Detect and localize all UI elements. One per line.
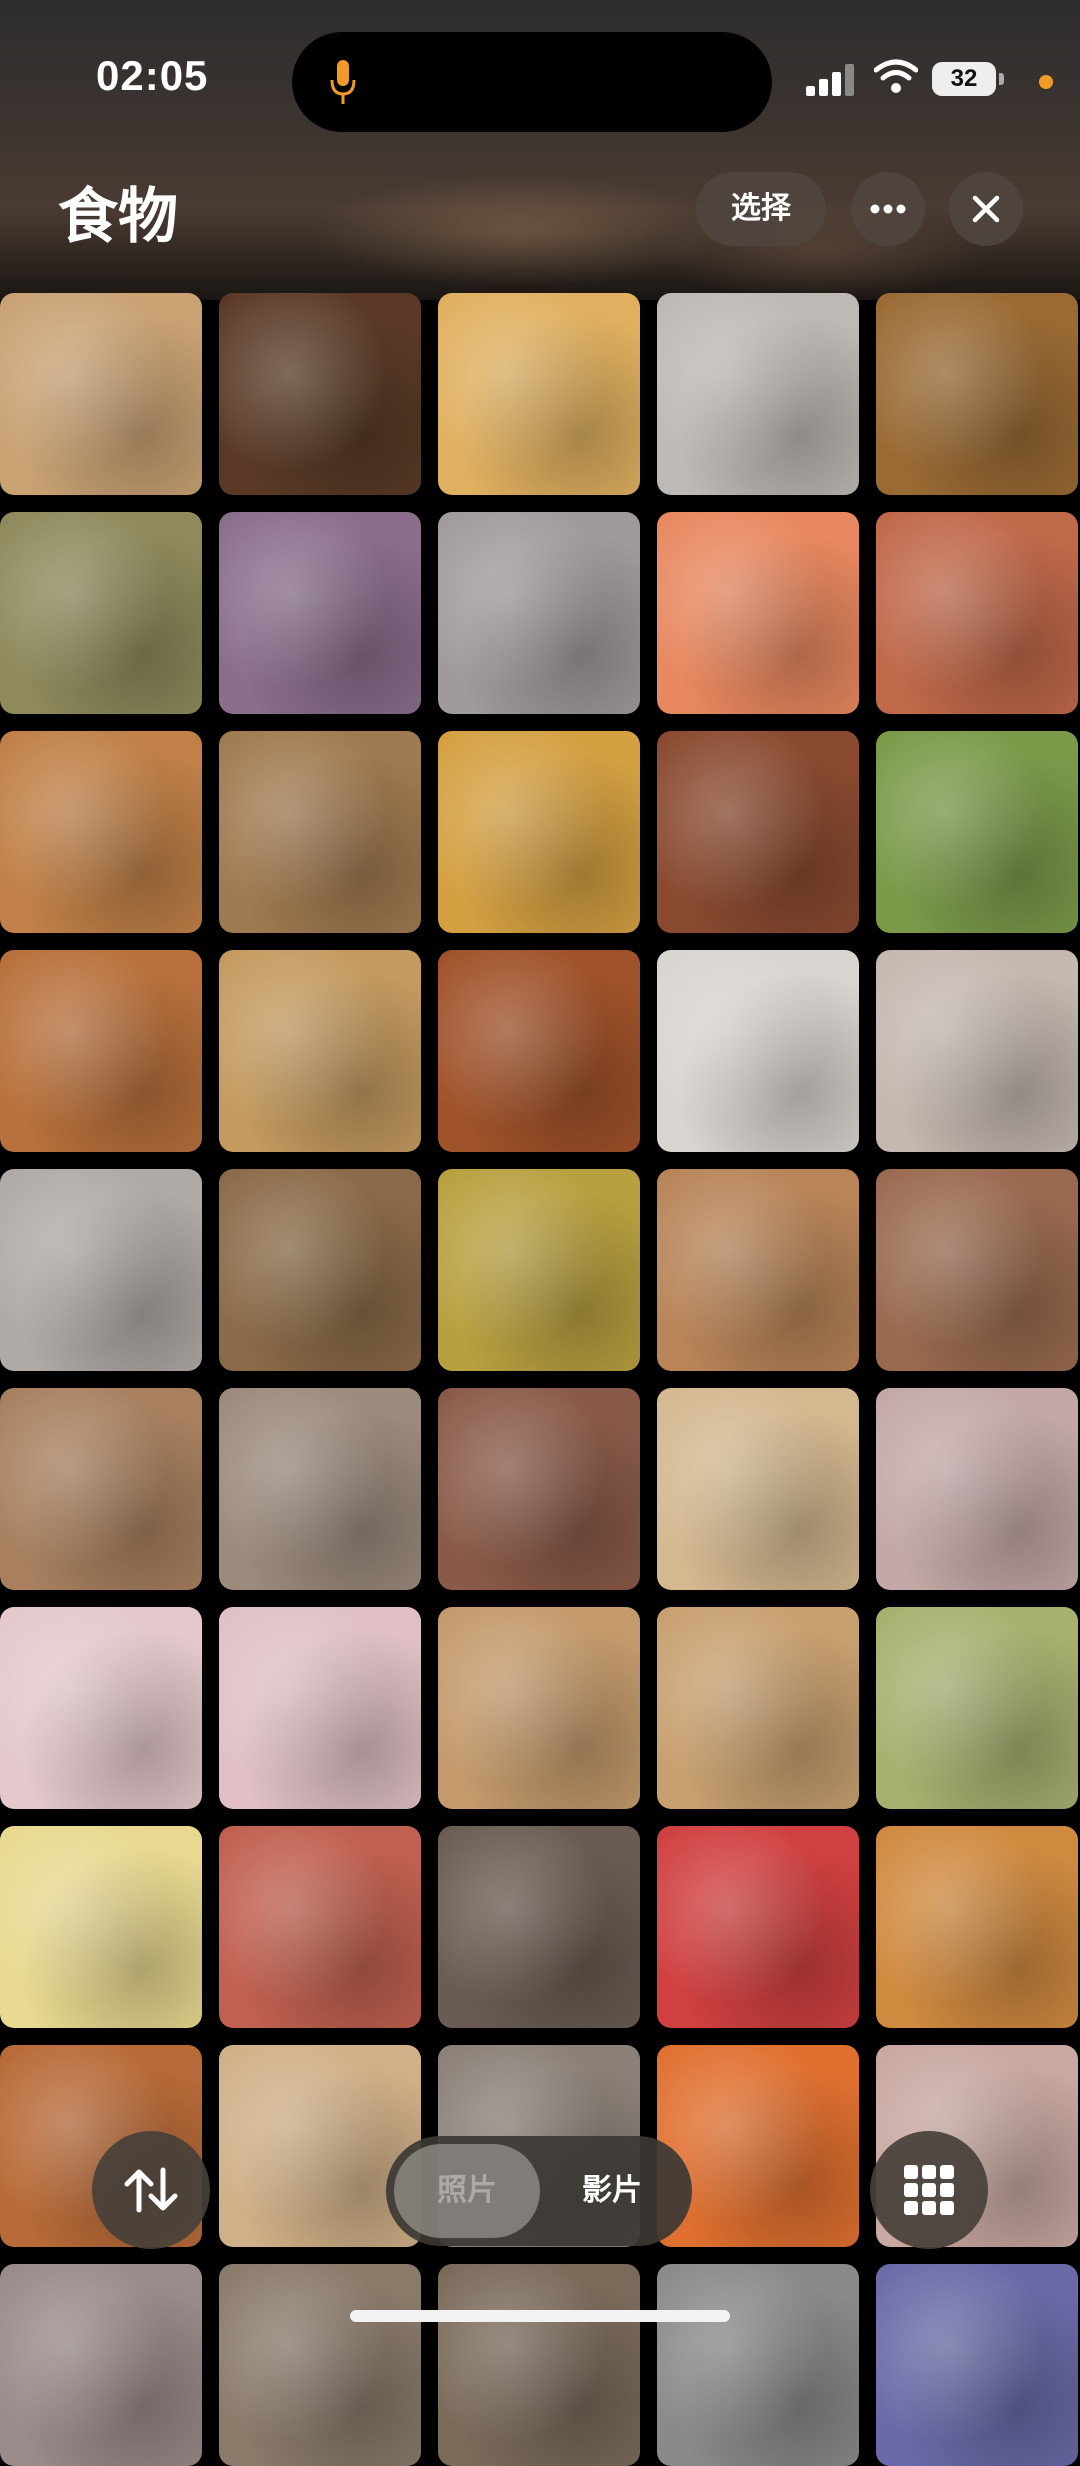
status-time: 02:05 xyxy=(96,52,209,99)
photo-thumbnail[interactable] xyxy=(219,1388,421,1590)
cellular-signal-icon xyxy=(806,64,854,96)
photo-thumbnail[interactable] xyxy=(657,1169,859,1371)
segment-photos[interactable]: 照片 xyxy=(394,2144,540,2238)
photo-thumbnail[interactable] xyxy=(219,950,421,1152)
photo-thumbnail[interactable] xyxy=(219,512,421,714)
photo-thumbnail[interactable] xyxy=(219,2264,421,2466)
status-bar: 02:05 32 xyxy=(0,0,1080,150)
photo-thumbnail[interactable] xyxy=(657,731,859,933)
photo-thumbnail[interactable] xyxy=(0,731,202,933)
photo-thumbnail[interactable] xyxy=(438,293,640,495)
battery-icon: 32 xyxy=(932,62,1004,96)
photo-thumbnail[interactable] xyxy=(219,293,421,495)
photo-thumbnail[interactable] xyxy=(876,1826,1078,2028)
ellipsis-icon xyxy=(870,204,906,214)
photo-thumbnail[interactable] xyxy=(657,1607,859,1809)
photo-thumbnail[interactable] xyxy=(0,1169,202,1371)
photo-thumbnail[interactable] xyxy=(0,293,202,495)
photo-thumbnail[interactable] xyxy=(657,293,859,495)
close-button[interactable] xyxy=(949,172,1023,246)
close-icon xyxy=(972,195,1000,223)
photo-thumbnail[interactable] xyxy=(219,731,421,933)
photo-thumbnail[interactable] xyxy=(657,950,859,1152)
sort-button[interactable] xyxy=(92,2131,210,2249)
photo-thumbnail[interactable] xyxy=(438,1169,640,1371)
photo-thumbnail[interactable] xyxy=(876,1607,1078,1809)
photo-thumbnail[interactable] xyxy=(876,512,1078,714)
photo-thumbnail[interactable] xyxy=(219,1169,421,1371)
photo-thumbnail[interactable] xyxy=(657,2264,859,2466)
microphone-icon xyxy=(330,60,356,104)
media-type-segmented-control: 照片 影片 xyxy=(386,2136,692,2246)
photo-thumbnail[interactable] xyxy=(876,950,1078,1152)
photo-thumbnail[interactable] xyxy=(438,1607,640,1809)
photo-thumbnail[interactable] xyxy=(0,1388,202,1590)
photo-thumbnail[interactable] xyxy=(438,512,640,714)
dynamic-island xyxy=(292,32,772,132)
select-button[interactable]: 选择 xyxy=(696,172,826,246)
wifi-icon xyxy=(874,59,918,93)
segment-videos[interactable]: 影片 xyxy=(540,2144,684,2238)
photo-thumbnail[interactable] xyxy=(438,2264,640,2466)
photo-thumbnail[interactable] xyxy=(657,2045,859,2247)
photo-thumbnail[interactable] xyxy=(876,1388,1078,1590)
home-indicator[interactable] xyxy=(350,2310,730,2322)
photo-thumbnail[interactable] xyxy=(438,1826,640,2028)
photo-thumbnail[interactable] xyxy=(0,950,202,1152)
photo-thumbnail[interactable] xyxy=(657,512,859,714)
photo-thumbnail[interactable] xyxy=(0,1826,202,2028)
sort-arrows-icon xyxy=(124,2167,178,2213)
photo-thumbnail[interactable] xyxy=(657,1388,859,1590)
privacy-indicator-dot xyxy=(1039,75,1053,89)
photo-thumbnail[interactable] xyxy=(657,1826,859,2028)
photo-thumbnail[interactable] xyxy=(438,950,640,1152)
photo-thumbnail[interactable] xyxy=(438,1388,640,1590)
photo-thumbnail[interactable] xyxy=(876,1169,1078,1371)
photo-thumbnail[interactable] xyxy=(876,731,1078,933)
photo-thumbnail[interactable] xyxy=(876,293,1078,495)
photo-thumbnail[interactable] xyxy=(876,2264,1078,2466)
photo-thumbnail[interactable] xyxy=(219,1607,421,1809)
photo-thumbnail[interactable] xyxy=(0,2264,202,2466)
photo-thumbnail[interactable] xyxy=(0,512,202,714)
more-button[interactable] xyxy=(851,172,925,246)
battery-level: 32 xyxy=(932,62,996,96)
album-title: 食物 xyxy=(58,183,178,250)
grid-layout-button[interactable] xyxy=(870,2131,988,2249)
photo-thumbnail[interactable] xyxy=(438,731,640,933)
grid-layout-icon xyxy=(904,2165,954,2215)
photo-thumbnail[interactable] xyxy=(0,1607,202,1809)
photo-thumbnail[interactable] xyxy=(219,1826,421,2028)
photo-thumbnail[interactable] xyxy=(219,2045,421,2247)
